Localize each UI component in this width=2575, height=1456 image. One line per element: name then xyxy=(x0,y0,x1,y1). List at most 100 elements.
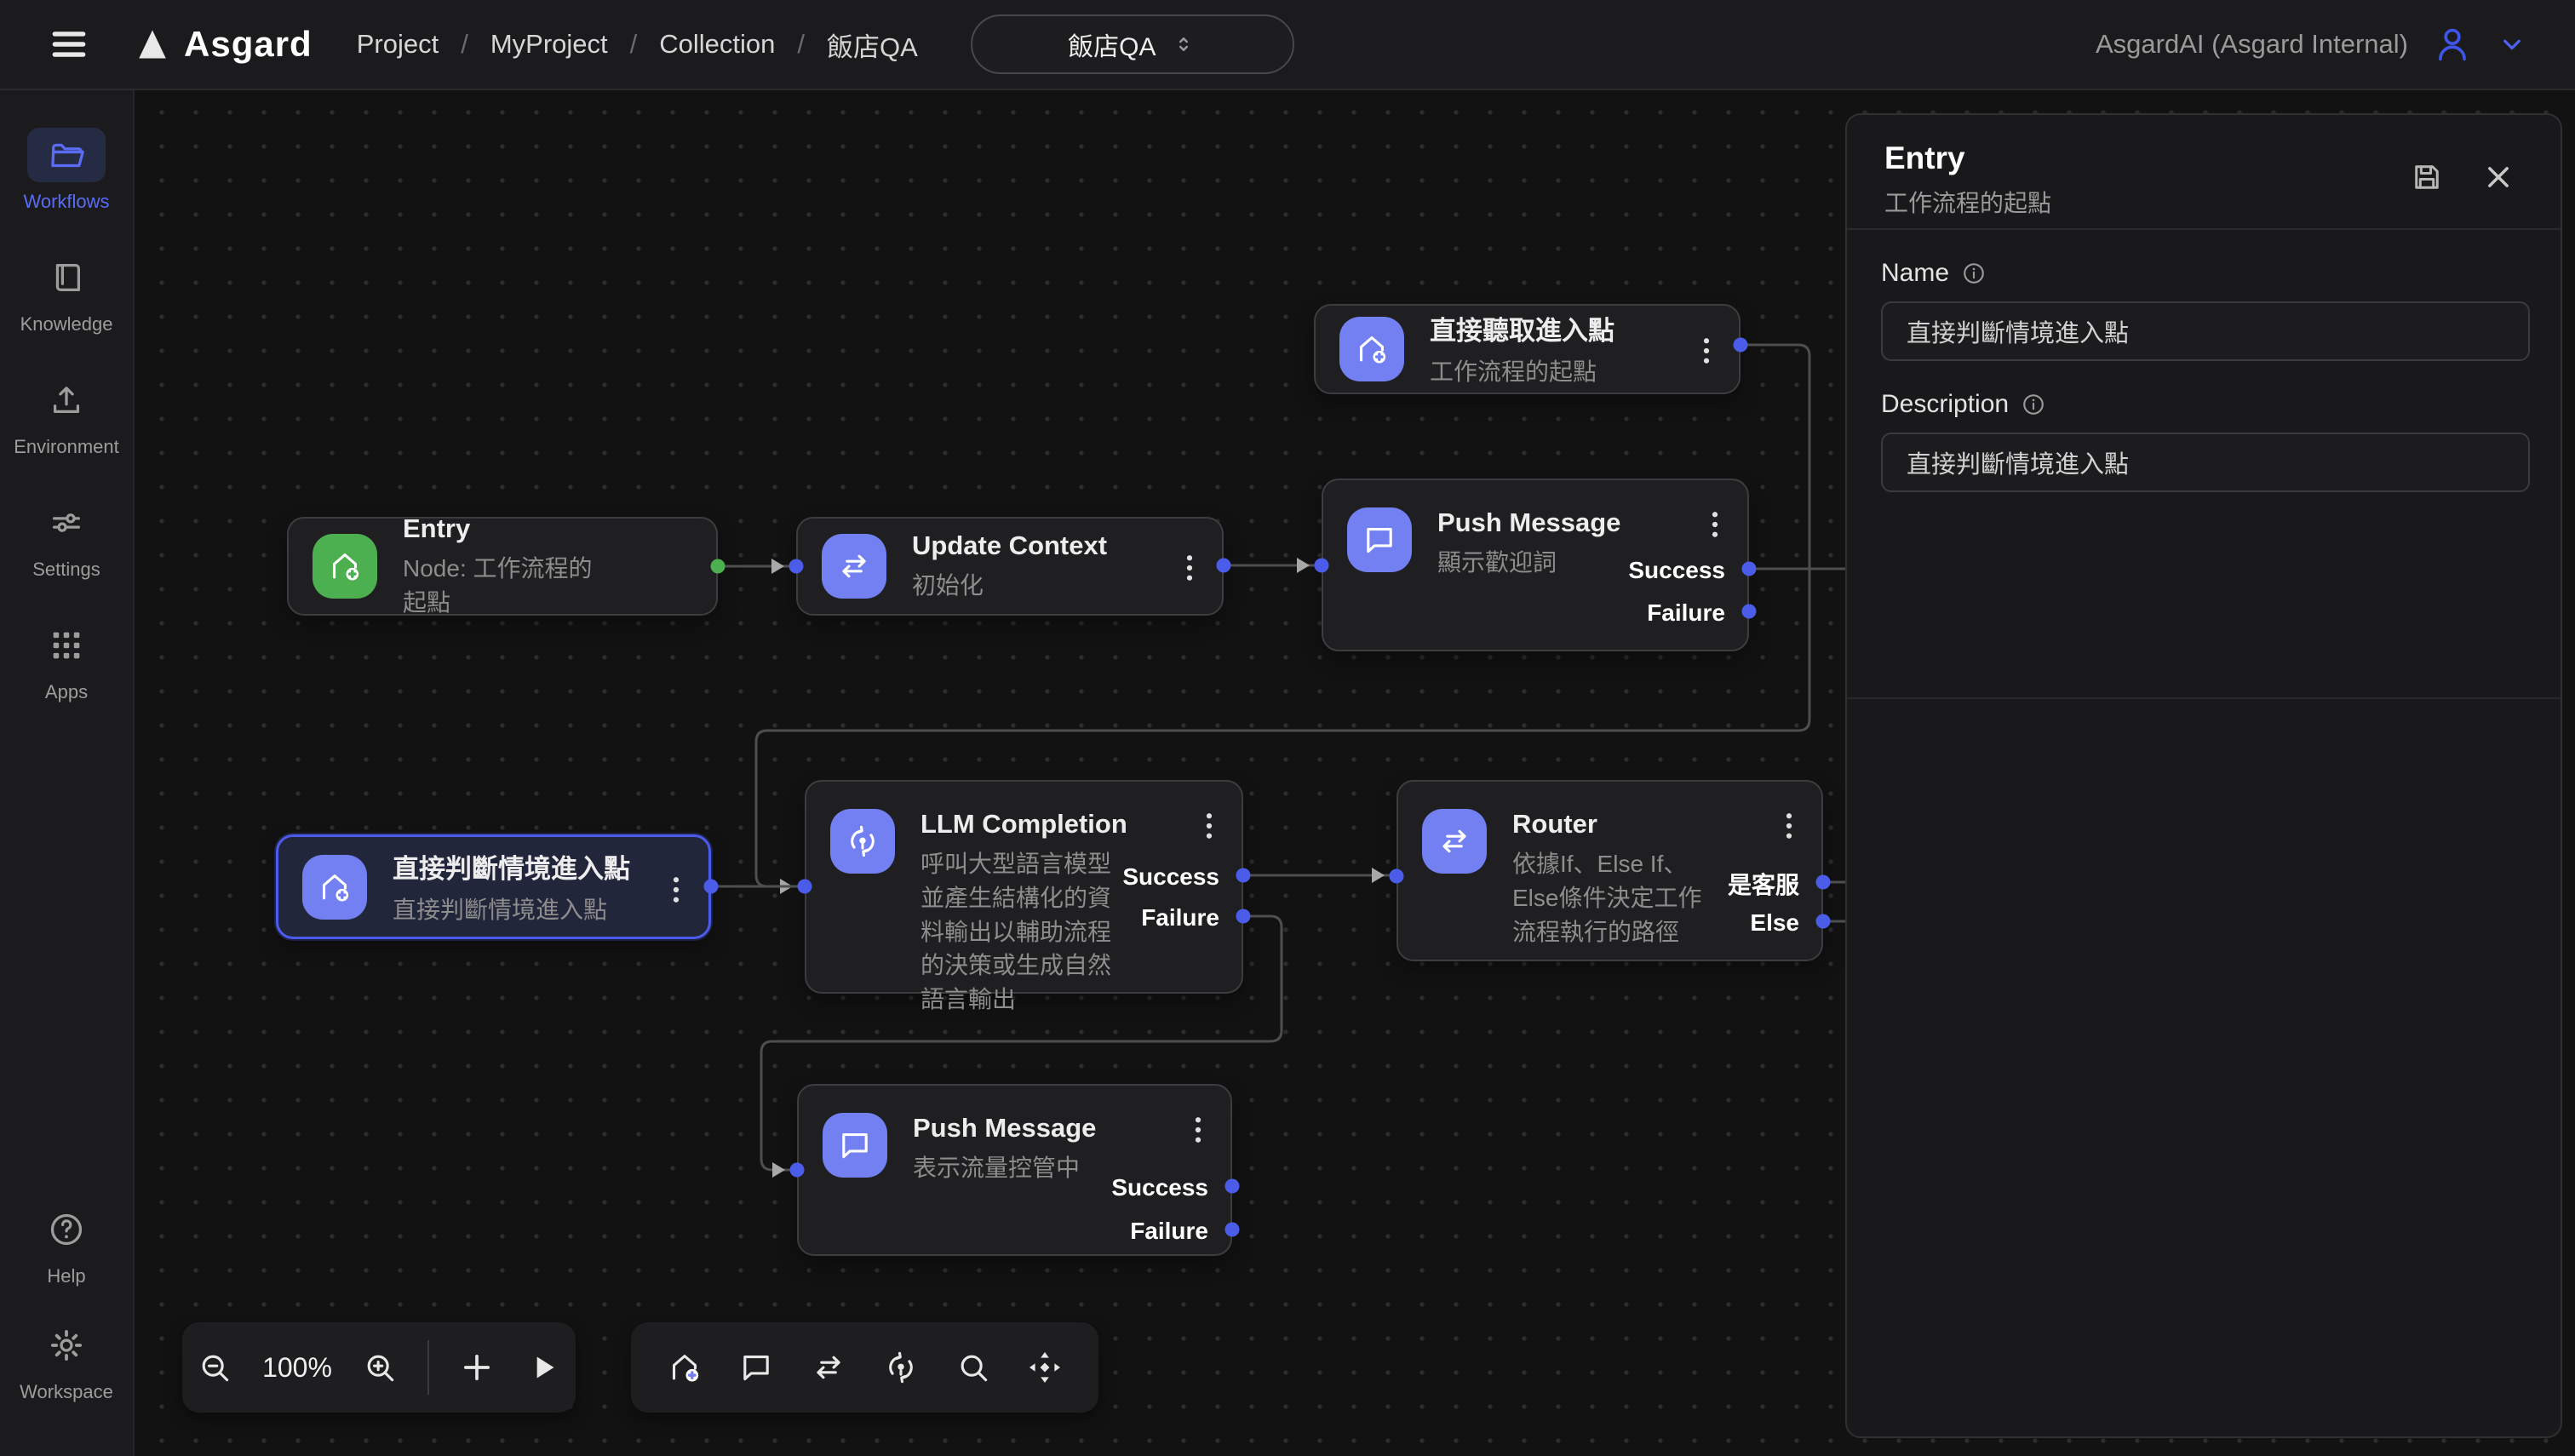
output-port-label: Success xyxy=(1628,557,1725,584)
node-title: Push Message xyxy=(913,1113,1096,1144)
node-menu-icon[interactable] xyxy=(657,871,695,909)
description-label-text: Description xyxy=(1881,390,2009,419)
output-port-label: Failure xyxy=(1130,1218,1208,1245)
close-icon[interactable] xyxy=(2480,159,2516,195)
node-title: 直接判斷情境進入點 xyxy=(393,847,630,886)
house-plus-icon xyxy=(1339,317,1404,381)
node-body: Entry Node: 工作流程的起點 xyxy=(403,513,692,620)
node-body: 直接聽取進入點工作流程的起點 xyxy=(1430,309,1700,389)
breadcrumb-item-0[interactable]: Project xyxy=(357,29,439,60)
breadcrumb-item-3[interactable]: 飯店QA xyxy=(827,26,918,64)
output-port-label: Else xyxy=(1750,909,1799,937)
output-port-label: Failure xyxy=(1647,599,1725,627)
node-subtitle: 呼叫大型語言模型並產生結構化的資料輸出以輔助流程的決策或生成自然語言輸出 xyxy=(920,847,1133,1017)
user-avatar-icon[interactable] xyxy=(2430,22,2475,66)
chat-icon xyxy=(823,1113,887,1178)
toolbar-divider xyxy=(427,1340,429,1395)
sidebar-item-settings[interactable]: Settings xyxy=(27,496,106,581)
sidebar-item-label: Settings xyxy=(32,559,100,581)
name-input[interactable] xyxy=(1881,301,2530,361)
zoom-out-icon[interactable] xyxy=(196,1349,233,1386)
run-workflow-icon[interactable] xyxy=(525,1349,562,1386)
sidebar-item-label: Help xyxy=(47,1265,85,1287)
llm-icon xyxy=(830,809,895,874)
sidebar-item-workflows[interactable]: Workflows xyxy=(23,128,109,213)
node-router[interactable]: Router 依據If、Else If、Else條件決定工作流程執行的路徑是客服 E… xyxy=(1396,780,1823,961)
add-update-context-icon[interactable] xyxy=(810,1349,847,1386)
node-menu-icon[interactable] xyxy=(1190,807,1228,845)
house-plus-icon xyxy=(313,534,377,599)
output-port-label: Failure xyxy=(1141,904,1219,931)
node-update-context[interactable]: Update Context初始化 xyxy=(796,517,1224,616)
node-llm-completion[interactable]: LLM Completion呼叫大型語言模型並產生結構化的資料輸出以輔助流程的決… xyxy=(805,780,1243,994)
account-label: AsgardAI (Asgard Internal) xyxy=(2096,29,2408,60)
node-subtitle: 表示流量控管中 xyxy=(913,1151,1096,1185)
panel-divider xyxy=(1847,697,2561,699)
sidebar-item-apps[interactable]: Apps xyxy=(27,618,106,703)
save-icon[interactable] xyxy=(2409,159,2445,195)
node-menu-icon[interactable] xyxy=(1770,807,1808,845)
workflow-selector[interactable]: 飯店QA xyxy=(971,14,1294,74)
node-entry[interactable]: EntryNode: 工作流程的起點 xyxy=(287,517,718,616)
breadcrumb-item-1[interactable]: MyProject xyxy=(490,29,608,60)
output-port-label: Success xyxy=(1122,863,1219,891)
brand[interactable]: Asgard xyxy=(135,24,313,65)
account-area: AsgardAI (Asgard Internal) xyxy=(2096,22,2527,66)
sidebar-item-environment[interactable]: Environment xyxy=(14,373,119,458)
node-subtitle: 初始化 xyxy=(912,569,1107,603)
node-judge-entry[interactable]: 直接判斷情境進入點直接判斷情境進入點 xyxy=(276,834,711,939)
node-menu-icon[interactable] xyxy=(1696,506,1734,543)
breadcrumb: Project / MyProject / Collection / 飯店QA xyxy=(357,26,918,64)
node-menu-icon[interactable] xyxy=(1171,549,1208,587)
add-node-icon[interactable] xyxy=(458,1349,496,1386)
zoom-in-icon[interactable] xyxy=(361,1349,399,1386)
sidebar-item-label: Workflows xyxy=(23,191,109,213)
node-title: Push Message xyxy=(1437,507,1620,538)
sidebar-item-knowledge[interactable]: Knowledge xyxy=(20,250,113,335)
breadcrumb-separator: / xyxy=(797,29,805,60)
workflow-selector-value: 飯店QA xyxy=(1068,26,1156,63)
swap-icon xyxy=(1422,809,1487,874)
node-menu-icon[interactable] xyxy=(1179,1111,1217,1149)
search-node-icon[interactable] xyxy=(955,1349,992,1386)
node-title: LLM Completion xyxy=(920,809,1133,840)
chevron-down-icon[interactable] xyxy=(2497,29,2527,60)
name-field-label: Name xyxy=(1881,259,2526,288)
node-menu-icon[interactable] xyxy=(1688,332,1725,370)
node-title: Router xyxy=(1512,809,1712,840)
node-subtitle: 直接判斷情境進入點 xyxy=(393,893,630,927)
node-inspector-panel: Entry 工作流程的起點 Name Description xyxy=(1845,113,2562,1438)
add-llm-completion-icon[interactable] xyxy=(882,1349,920,1386)
node-push-message-top[interactable]: Push Message顯示歡迎詞SuccessFailure xyxy=(1322,479,1749,651)
node-title: 直接聽取進入點 xyxy=(1430,309,1614,347)
breadcrumb-separator: / xyxy=(461,29,468,60)
chevrons-updown-icon xyxy=(1171,32,1196,57)
top-navbar: Asgard Project / MyProject / Collection / 飯店QA… xyxy=(0,0,2575,90)
sidebar-item-help[interactable]: Help xyxy=(27,1202,106,1287)
node-title: Entry xyxy=(403,513,607,544)
swap-icon xyxy=(822,534,886,599)
sliders-icon xyxy=(27,496,106,550)
pan-tool-icon[interactable] xyxy=(1026,1349,1064,1386)
grid-icon xyxy=(27,618,106,673)
breadcrumb-item-2[interactable]: Collection xyxy=(659,29,775,60)
zoom-toolbar: 100% xyxy=(182,1322,576,1413)
description-input[interactable] xyxy=(1881,433,2530,492)
sidebar-item-workspace[interactable]: Workspace xyxy=(20,1318,113,1403)
breadcrumb-separator: / xyxy=(630,29,638,60)
brand-name: Asgard xyxy=(184,24,313,65)
left-sidebar: Workflows Knowledge Environment Settings App… xyxy=(0,90,135,1456)
sidebar-footer: Help Workspace xyxy=(20,1202,113,1434)
node-listen-entry[interactable]: 直接聽取進入點工作流程的起點 xyxy=(1314,304,1741,394)
node-subtitle: Node: 工作流程的起點 xyxy=(403,552,607,620)
node-subtitle: 依據If、Else If、Else條件決定工作流程執行的路徑 xyxy=(1512,847,1712,949)
add-entry-icon[interactable] xyxy=(666,1349,703,1386)
sidebar-item-label: Environment xyxy=(14,436,119,458)
menu-icon[interactable] xyxy=(48,23,90,66)
add-push-message-icon[interactable] xyxy=(737,1349,775,1386)
node-palette-toolbar xyxy=(631,1322,1098,1413)
output-port-label: 是客服 xyxy=(1728,867,1799,901)
node-subtitle: 工作流程的起點 xyxy=(1430,355,1614,389)
node-push-message-bottom[interactable]: Push Message表示流量控管中SuccessFailure xyxy=(797,1084,1232,1256)
chat-icon xyxy=(1347,507,1412,572)
